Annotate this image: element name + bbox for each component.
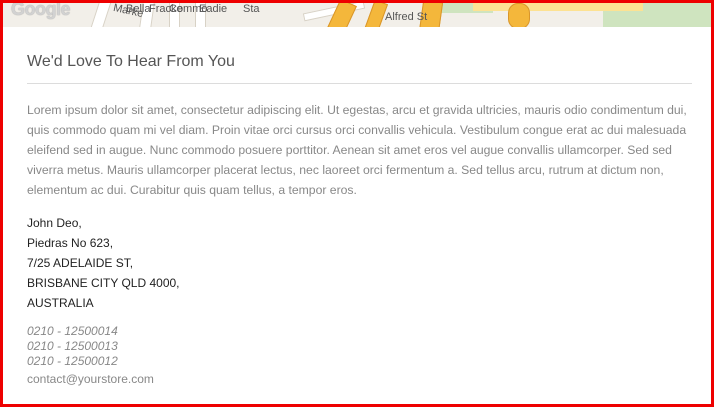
phone-number: 0210 - 12500014 — [27, 324, 118, 338]
street-label: Bella — [126, 3, 151, 15]
contact-frame: Google Marke Bella Fracke Commo Eadie St… — [0, 0, 714, 407]
street-label: Eadie — [199, 3, 228, 15]
address-line: Piedras No 623, — [27, 236, 114, 250]
map-road — [90, 3, 112, 27]
street-label: Alfred St — [385, 11, 428, 23]
address-line: 7/25 ADELAIDE ST, — [27, 256, 134, 270]
map-highway — [508, 3, 530, 27]
address-line: BRISBANE CITY QLD 4000, — [27, 276, 180, 290]
section-title: We'd Love To Hear From You — [27, 53, 692, 84]
address-line: John Deo, — [27, 216, 82, 230]
phone-list: 0210 - 12500014 0210 - 12500013 0210 - 1… — [27, 324, 692, 369]
map-road-minor — [473, 3, 643, 11]
postal-address: John Deo, Piedras No 623, 7/25 ADELAIDE … — [27, 213, 692, 313]
phone-number: 0210 - 12500013 — [27, 339, 118, 353]
contact-content: We'd Love To Hear From You Lorem ipsum d… — [27, 27, 692, 388]
google-logo: Google — [11, 3, 71, 19]
intro-paragraph: Lorem ipsum dolor sit amet, consectetur … — [27, 103, 687, 197]
phone-number: 0210 - 12500012 — [27, 354, 118, 368]
street-label: Sta — [243, 3, 260, 15]
map-strip[interactable]: Google Marke Bella Fracke Commo Eadie St… — [3, 3, 711, 27]
email-address: contact@yourstore.com — [27, 372, 154, 386]
address-line: AUSTRALIA — [27, 296, 94, 310]
